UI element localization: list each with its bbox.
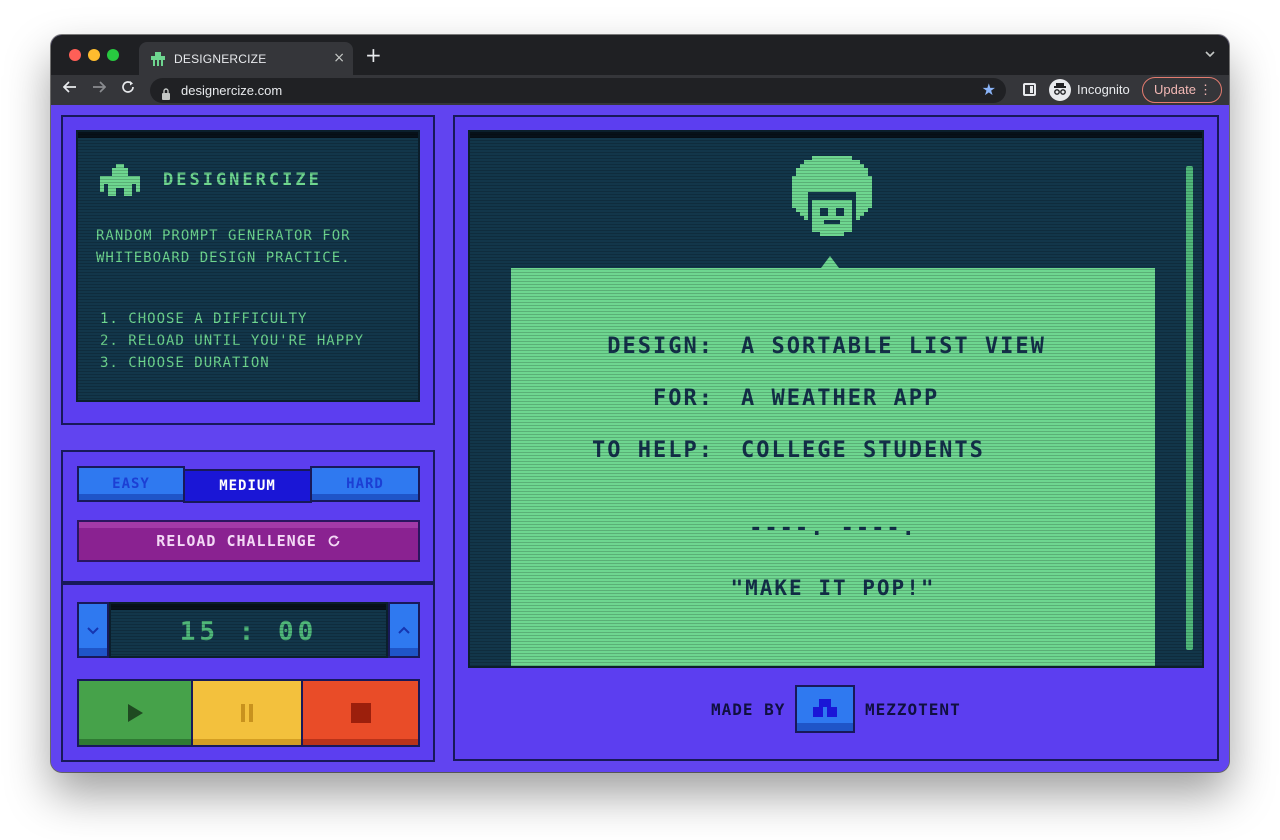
side-panel-icon[interactable] — [1023, 83, 1036, 96]
prompt-label: FOR: — [653, 386, 714, 411]
chevron-down-icon — [87, 626, 99, 634]
info-screen: DESIGNERCIZE RANDOM PROMPT GENERATOR FOR… — [76, 130, 420, 402]
address-bar[interactable]: designercize.com ★ — [150, 78, 1006, 103]
stop-button[interactable] — [301, 679, 420, 747]
play-button[interactable] — [77, 679, 193, 747]
reload-challenge-label: RELOAD CHALLENGE — [156, 532, 317, 550]
back-arrow-icon[interactable] — [62, 80, 77, 98]
made-by-label: MADE BY — [711, 700, 786, 719]
chevron-up-icon — [398, 626, 410, 634]
pause-button[interactable] — [191, 679, 303, 747]
tab-search-chevron-icon[interactable] — [1205, 47, 1215, 61]
prompt-value: A WEATHER APP — [741, 386, 940, 411]
incognito-icon[interactable] — [1049, 79, 1071, 101]
avatar-face-icon — [788, 156, 876, 248]
bookmark-star-icon[interactable]: ★ — [982, 80, 996, 99]
browser-tab[interactable]: DESIGNERCIZE × — [139, 42, 353, 75]
reload-icon — [327, 534, 341, 548]
more-menu-icon[interactable]: ⋮ — [1199, 78, 1212, 102]
prompt-card: DESIGN: A SORTABLE LIST VIEW FOR: A WEAT… — [511, 268, 1155, 666]
robot-favicon-icon — [150, 51, 166, 67]
reload-page-icon[interactable] — [121, 80, 135, 98]
browser-window: DESIGNERCIZE × + designercize.com ★ Inco… — [51, 35, 1229, 772]
browser-toolbar: designercize.com ★ Incognito Update ⋮ — [51, 75, 1229, 105]
forward-arrow-icon[interactable] — [92, 80, 107, 98]
robot-logo-icon — [100, 164, 140, 200]
pause-icon — [241, 704, 253, 722]
divider-dashes: ----. ----. — [749, 516, 917, 541]
mezzotent-logo-icon — [813, 699, 837, 717]
info-panel: DESIGNERCIZE RANDOM PROMPT GENERATOR FOR… — [61, 115, 435, 425]
reload-challenge-button[interactable]: RELOAD CHALLENGE — [77, 520, 420, 562]
tab-bar: DESIGNERCIZE × + — [51, 35, 1229, 75]
timer-display: 15 : 00 — [109, 602, 388, 658]
difficulty-hard-button[interactable]: HARD — [310, 466, 420, 502]
app-area: DESIGNERCIZE RANDOM PROMPT GENERATOR FOR… — [51, 105, 1229, 772]
prompt-label: DESIGN: — [607, 334, 714, 359]
difficulty-medium-button[interactable]: MEDIUM — [183, 469, 312, 503]
instruction-step: 2. RELOAD UNTIL YOU'RE HAPPY — [100, 333, 365, 349]
lock-icon — [161, 85, 171, 100]
difficulty-panel: EASY MEDIUM HARD RELOAD CHALLENGE — [61, 450, 435, 583]
prompt-screen: DESIGN: A SORTABLE LIST VIEW FOR: A WEAT… — [468, 130, 1204, 668]
instructions-list: 1. CHOOSE A DIFFICULTY 2. RELOAD UNTIL Y… — [100, 308, 410, 374]
app-description: RANDOM PROMPT GENERATOR FOR WHITEBOARD D… — [96, 228, 351, 266]
url-text: designercize.com — [181, 83, 283, 98]
stop-icon — [350, 703, 371, 723]
close-window-button[interactable] — [69, 49, 81, 61]
prompt-quote: "MAKE IT POP!" — [730, 576, 936, 600]
prompt-value: COLLEGE STUDENTS — [741, 438, 985, 463]
mezzotent-logo-button[interactable] — [795, 685, 855, 733]
difficulty-easy-button[interactable]: EASY — [77, 466, 185, 502]
minimize-window-button[interactable] — [88, 49, 100, 61]
incognito-label: Incognito — [1077, 82, 1130, 97]
maximize-window-button[interactable] — [107, 49, 119, 61]
app-title: DESIGNERCIZE — [163, 170, 322, 190]
main-panel: DESIGN: A SORTABLE LIST VIEW FOR: A WEAT… — [453, 115, 1219, 761]
update-button[interactable]: Update ⋮ — [1142, 77, 1222, 103]
tab-close-icon[interactable]: × — [333, 50, 345, 66]
prompt-label: TO HELP: — [592, 438, 714, 463]
increase-time-button[interactable] — [388, 602, 420, 658]
tab-title: DESIGNERCIZE — [174, 51, 267, 66]
prompt-value: A SORTABLE LIST VIEW — [741, 334, 1046, 359]
decrease-time-button[interactable] — [77, 602, 109, 658]
instruction-step: 3. CHOOSE DURATION — [100, 355, 270, 371]
scrollbar[interactable] — [1186, 166, 1193, 650]
instruction-step: 1. CHOOSE A DIFFICULTY — [100, 311, 308, 327]
author-name: MEZZOTENT — [865, 700, 961, 719]
new-tab-button[interactable]: + — [365, 44, 382, 66]
update-label: Update — [1154, 82, 1196, 97]
play-icon — [128, 704, 143, 722]
timer-panel: 15 : 00 — [61, 583, 435, 762]
speech-bubble-tail — [821, 256, 839, 268]
timer-value: 15 : 00 — [179, 617, 318, 647]
